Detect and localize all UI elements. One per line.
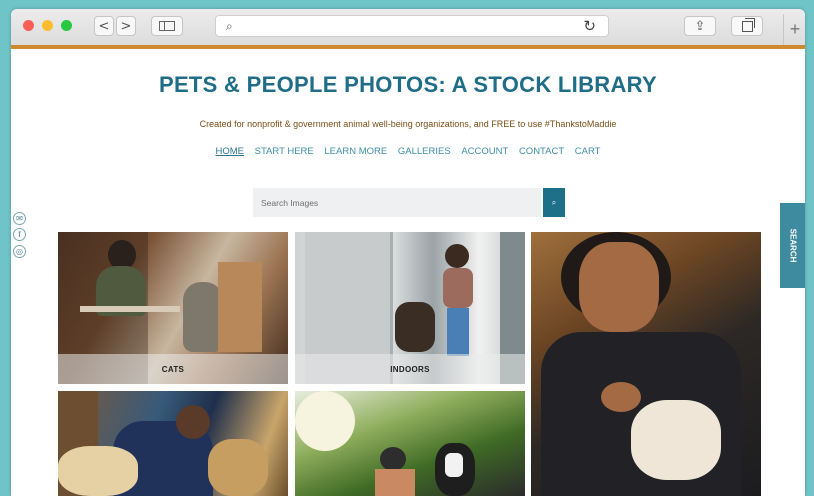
chevron-right-icon: >	[120, 18, 132, 34]
gallery-tile-park[interactable]	[295, 391, 525, 496]
back-button[interactable]: <	[94, 16, 114, 36]
nav-cart[interactable]: CART	[575, 146, 601, 157]
share-button[interactable]: ⇪	[684, 16, 716, 36]
gallery-tile-cats[interactable]: CATS	[58, 232, 288, 384]
gallery-tile-person-with-dog[interactable]	[531, 232, 761, 496]
gallery-tile-indoors[interactable]: INDOORS	[295, 232, 525, 384]
facebook-icon[interactable]: f	[13, 228, 26, 241]
instagram-icon[interactable]: ◎	[13, 245, 26, 258]
minimize-window-button[interactable]	[42, 20, 53, 31]
browser-toolbar: < > ⌕ ↻ ⇪ +	[11, 9, 805, 49]
side-search-tab[interactable]: SEARCH	[780, 203, 805, 288]
share-icon: ⇪	[694, 18, 706, 34]
new-tab-button[interactable]: +	[783, 14, 805, 45]
search-icon: ⌕	[226, 19, 233, 33]
forward-button[interactable]: >	[116, 16, 136, 36]
sidebar-icon	[159, 21, 175, 31]
image-search-button[interactable]: ⌕	[543, 188, 565, 217]
nav-home[interactable]: HOME	[215, 146, 244, 157]
nav-account[interactable]: ACCOUNT	[461, 146, 508, 157]
image-search-input[interactable]: Search Images	[253, 188, 541, 217]
close-window-button[interactable]	[23, 20, 34, 31]
nav-contact[interactable]: CONTACT	[519, 146, 564, 157]
tabs-icon	[741, 17, 755, 32]
plus-icon: +	[789, 19, 801, 39]
address-bar[interactable]: ⌕ ↻	[215, 15, 609, 37]
gallery-tile-man-with-dogs[interactable]	[58, 391, 288, 496]
site-title[interactable]: PETS & PEOPLE PHOTOS: A STOCK LIBRARY	[11, 72, 805, 98]
envelope-icon[interactable]: ✉	[13, 212, 26, 225]
zoom-window-button[interactable]	[61, 20, 72, 31]
show-tabs-button[interactable]	[731, 16, 763, 36]
tile-caption: INDOORS	[295, 354, 525, 384]
nav-galleries[interactable]: GALLERIES	[398, 146, 451, 157]
sidebar-toggle-button[interactable]	[151, 16, 183, 36]
reload-icon[interactable]: ↻	[583, 17, 596, 35]
browser-window: < > ⌕ ↻ ⇪ + PETS & PEOPLE PHOTOS: A STOC…	[11, 9, 805, 496]
nav-learn-more[interactable]: LEARN MORE	[324, 146, 387, 157]
search-icon: ⌕	[551, 197, 557, 207]
chevron-left-icon: <	[98, 18, 110, 34]
site-tagline: Created for nonprofit & government anima…	[199, 119, 617, 129]
main-nav: HOME START HERE LEARN MORE GALLERIES ACC…	[11, 146, 805, 157]
tile-caption: CATS	[58, 354, 288, 384]
nav-start-here[interactable]: START HERE	[255, 146, 314, 157]
